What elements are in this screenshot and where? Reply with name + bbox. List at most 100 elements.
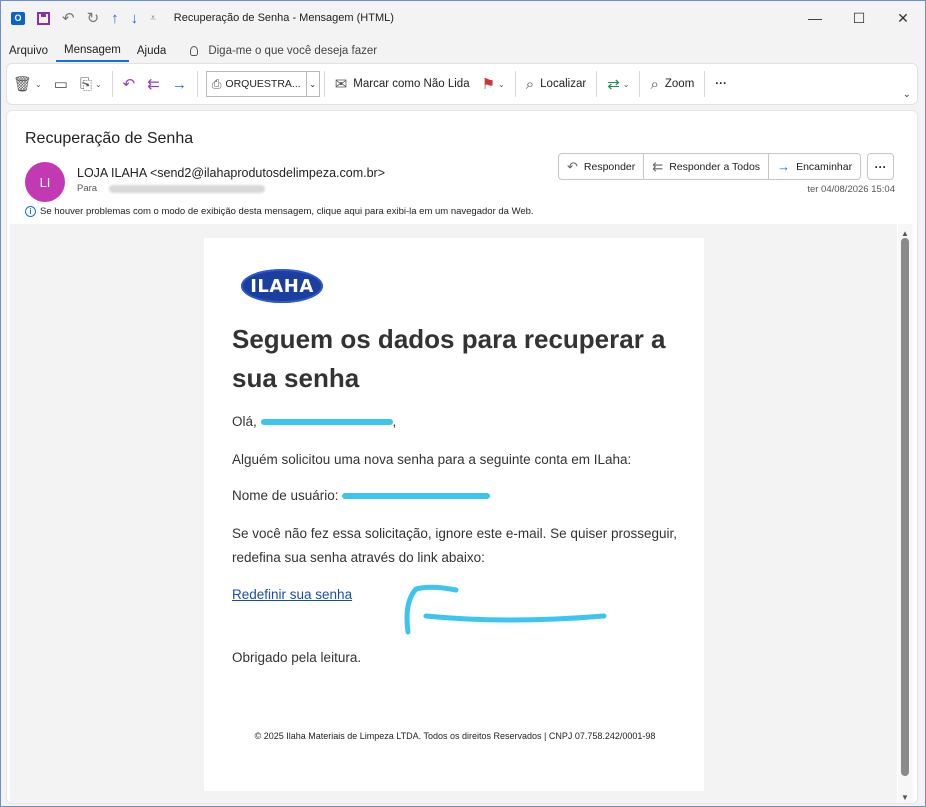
envelope-icon: ✉: [334, 76, 348, 93]
redacted-username: [342, 493, 491, 500]
trash-icon: 🗑: [13, 76, 33, 93]
reset-password-link[interactable]: Redefinir sua senha: [232, 587, 352, 602]
email-headline: Seguem os dados para recuperar a sua sen…: [232, 324, 666, 393]
save-icon[interactable]: [37, 11, 50, 25]
ribbon-separator: [639, 71, 641, 97]
maximize-button[interactable]: ☐: [837, 1, 881, 35]
email-body-area: ILAHA Seguem os dados para recuperar a s…: [10, 224, 897, 803]
zoom-button[interactable]: ⌕ Zoom: [644, 71, 700, 97]
find-button[interactable]: ⌕ Localizar: [520, 71, 592, 97]
undo-icon[interactable]: ↶: [62, 9, 75, 27]
quick-step-orquestra[interactable]: ⎙ ORQUESTRA...: [205, 71, 307, 97]
thanks-line: Obrigado pela leitura.: [232, 650, 362, 665]
info-bar[interactable]: i Se houver problemas com o modo de exib…: [25, 206, 534, 217]
menu-arquivo[interactable]: Arquivo: [1, 40, 56, 62]
redo-icon[interactable]: ↻: [87, 9, 100, 27]
ignore-notice: Se você não fez essa solicitação, ignore…: [232, 526, 677, 565]
forward-icon: →: [171, 75, 187, 93]
menu-ajuda[interactable]: Ajuda: [129, 40, 174, 62]
reply-label: Responder: [583, 160, 636, 173]
to-label: Para: [77, 183, 98, 194]
tell-me-label: Diga-me o que você deseja fazer: [208, 45, 378, 57]
mark-unread-label: Marcar como Não Lida: [353, 78, 470, 90]
ribbon-toolbar: 🗑 ⌄ ▭ ⎘ ⌄ ↶ ⇇ → ⎙ ORQUESTRA... ⌄ ✉ Marcar …: [6, 63, 918, 105]
reply-button[interactable]: ↶ Responder: [559, 154, 643, 179]
window-title: Recuperação de Senha - Mensagem (HTML): [173, 12, 394, 24]
greeting-text: Olá,: [232, 414, 257, 429]
menu-mensagem[interactable]: Mensagem: [56, 40, 129, 62]
vertical-scrollbar[interactable]: ▲ ▼: [898, 224, 913, 803]
flag-button[interactable]: ⚑ ⌄: [476, 71, 511, 97]
outlook-window: O ↶ ↻ ↑ ↓ ⩡ Recuperação de Senha - Mensa…: [0, 0, 926, 807]
delete-button[interactable]: 🗑 ⌄: [7, 71, 48, 97]
forward-icon: →: [777, 159, 791, 174]
chevron-down-icon: ⌄: [94, 79, 102, 89]
username-label: Nome de usuário:: [232, 488, 339, 503]
previous-item-icon[interactable]: ↑: [111, 10, 119, 27]
reply-all-ribbon-button[interactable]: ⇇: [141, 71, 166, 97]
forward-button[interactable]: → Encaminhar: [768, 154, 860, 179]
scroll-up-icon[interactable]: ▲: [901, 229, 909, 238]
reply-ribbon-button[interactable]: ↶: [117, 71, 142, 97]
ribbon-separator: [596, 71, 598, 97]
reply-all-label: Responder a Todos: [669, 160, 761, 173]
customize-toolbar-icon[interactable]: ⩡: [150, 13, 156, 24]
minimize-button[interactable]: —: [793, 1, 837, 35]
zoom-icon: ⌕: [650, 75, 659, 93]
info-icon: i: [25, 206, 36, 217]
greeting-end: ,: [392, 414, 397, 429]
next-item-icon[interactable]: ↓: [131, 10, 139, 27]
ribbon-separator: [323, 71, 325, 97]
message-subject: Recuperação de Senha: [25, 130, 194, 147]
reply-all-icon: ⇇: [652, 158, 664, 174]
reply-all-button[interactable]: ⇇ Responder a Todos: [643, 154, 768, 179]
reply-icon: ↶: [122, 76, 136, 93]
more-actions-button[interactable]: ···: [867, 153, 894, 180]
redacted-name: [260, 419, 393, 426]
request-line: Alguém solicitou uma nova senha para a s…: [232, 452, 632, 467]
ribbon-separator: [514, 71, 516, 97]
ribbon-separator: [111, 71, 113, 97]
lightbulb-icon: [190, 46, 199, 56]
sender-avatar[interactable]: LI: [25, 162, 65, 202]
message-pane: Recuperação de Senha LI LOJA ILAHA <send…: [6, 110, 918, 804]
flag-icon: ⚑: [481, 76, 496, 93]
email-card: ILAHA Seguem os dados para recuperar a s…: [204, 238, 704, 791]
zoom-label: Zoom: [664, 78, 695, 90]
translate-button[interactable]: ⇄ ⌄: [601, 71, 635, 97]
chevron-down-icon[interactable]: ⌄: [903, 89, 911, 100]
translate-icon: ⇄: [607, 76, 620, 93]
reply-all-icon: ⇇: [147, 76, 160, 93]
find-label: Localizar: [540, 78, 587, 90]
email-footer: © 2025 Ilaha Materiais de Limpeza LTDA. …: [254, 731, 656, 741]
title-bar: O ↶ ↻ ↑ ↓ ⩡ Recuperação de Senha - Mensa…: [1, 1, 925, 35]
tell-me-search[interactable]: Diga-me o que você deseja fazer: [190, 45, 377, 57]
search-icon: ⌕: [525, 75, 535, 93]
username-line: Nome de usuário:: [232, 484, 692, 508]
redacted-recipient: [109, 184, 266, 193]
reply-icon: ↶: [567, 158, 578, 174]
forward-ribbon-button[interactable]: →: [166, 71, 193, 97]
message-actions: ↶ Responder ⇇ Responder a Todos → Encami…: [558, 153, 862, 180]
quick-step-label: ORQUESTRA...: [225, 78, 301, 90]
ribbon-separator: [704, 71, 706, 97]
outlook-app-icon: O: [11, 11, 25, 25]
message-date: ter 04/08/2026 15:04: [807, 184, 895, 195]
forward-label: Encaminhar: [796, 160, 853, 173]
archive-button[interactable]: ▭: [48, 71, 74, 97]
chevron-down-icon: ⌄: [498, 79, 505, 89]
chevron-down-icon: ⌄: [35, 79, 42, 89]
move-button[interactable]: ⎘ ⌄: [74, 71, 108, 97]
menu-bar: Arquivo Mensagem Ajuda Diga-me o que voc…: [1, 40, 377, 62]
mark-unread-button[interactable]: ✉ Marcar como Não Lida: [329, 71, 476, 97]
scroll-down-icon[interactable]: ▼: [901, 793, 909, 802]
quick-step-dropdown[interactable]: ⌄: [306, 71, 320, 97]
scrollbar-thumb[interactable]: [901, 238, 909, 776]
close-button[interactable]: ✕: [881, 1, 925, 35]
sender-address[interactable]: LOJA ILAHA <send2@ilahaprodutosdelimpeza…: [77, 166, 385, 180]
recipient-line: Para: [77, 183, 266, 194]
more-commands-button[interactable]: ···: [709, 71, 733, 97]
quick-step-icon: ⎙: [211, 76, 222, 91]
window-controls: — ☐ ✕: [793, 1, 925, 35]
info-text: Se houver problemas com o modo de exibiç…: [40, 206, 534, 217]
